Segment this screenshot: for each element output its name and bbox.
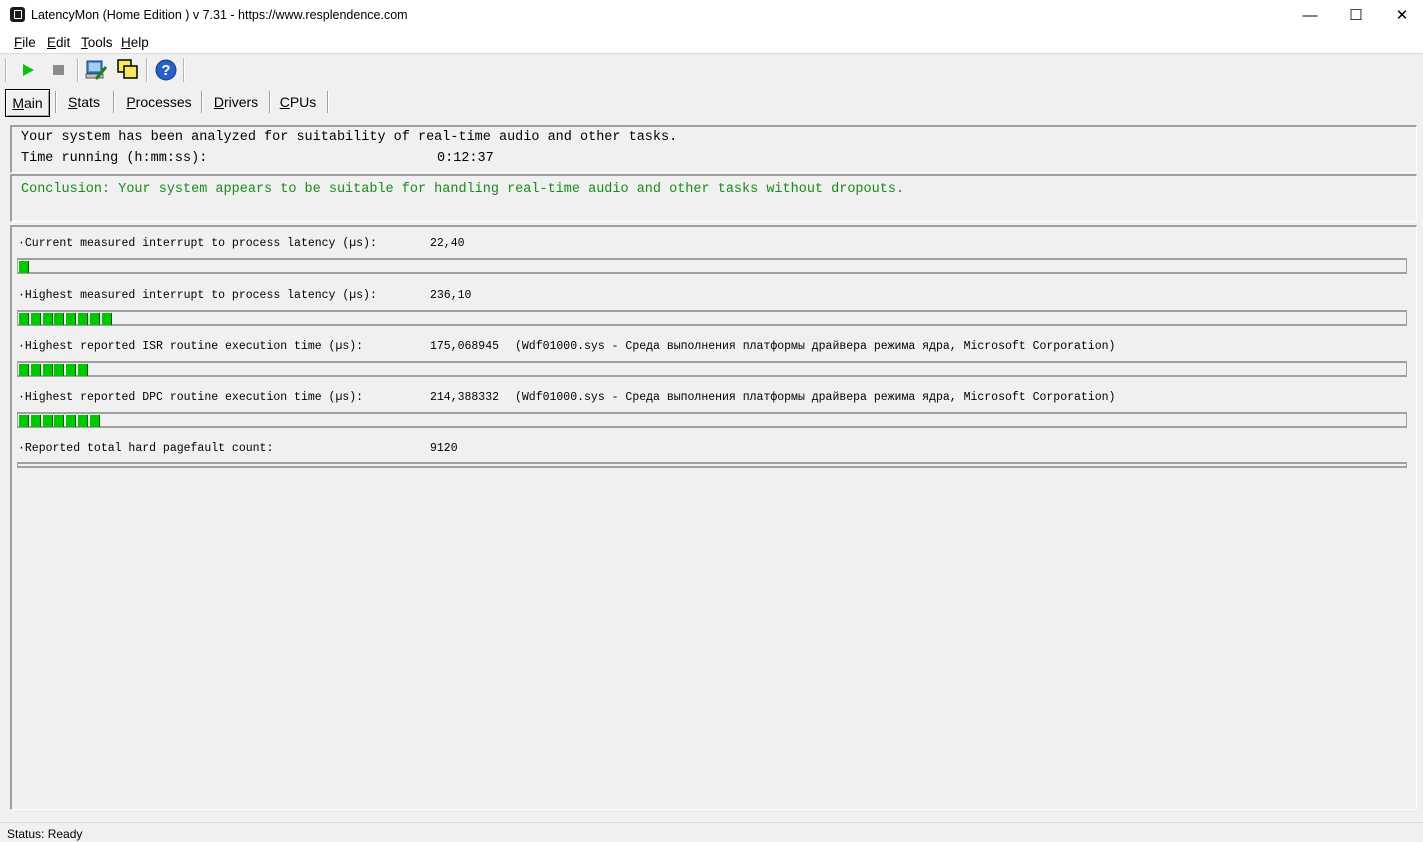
progress-segment (66, 415, 77, 427)
wizard-icon (85, 60, 108, 80)
progress-segment (30, 364, 41, 376)
toolbar-separator (5, 58, 7, 82)
metric-driver-note: (Wdf01000.sys - Среда выполнения платфор… (515, 391, 1116, 404)
progress-segment (54, 313, 65, 325)
progress-segment (89, 313, 100, 325)
tab-drivers[interactable]: Drivers (207, 89, 265, 115)
toolbar-separator (183, 58, 185, 82)
metric-bar (17, 258, 1407, 274)
time-running-label: Time running (h:mm:ss): (21, 151, 208, 166)
metric-label: ·Current measured interrupt to process l… (18, 237, 377, 250)
help-icon: ? (155, 59, 177, 81)
metric-bar (17, 361, 1407, 377)
help-button[interactable]: ? (154, 58, 178, 82)
progress-segment (42, 415, 53, 427)
metric-value: 214,388332 (430, 391, 500, 404)
tab-separator (55, 91, 57, 113)
metric-bar (17, 412, 1407, 428)
progress-segment (54, 415, 65, 427)
metric-driver-note: (Wdf01000.sys - Среда выполнения платфор… (515, 340, 1116, 353)
metric-bar (17, 462, 1407, 468)
progress-segment (42, 313, 53, 325)
summary-panel: Your system has been analyzed for suitab… (10, 125, 1417, 173)
tab-cpus[interactable]: CPUs (275, 89, 321, 115)
wizard-button[interactable] (84, 58, 108, 82)
windows-icon (117, 59, 138, 79)
metric-value: 22,40 (430, 237, 465, 250)
progress-segment (30, 313, 41, 325)
conclusion-text: Conclusion: Your system appears to be su… (21, 182, 905, 197)
metric-label: ·Highest measured interrupt to process l… (18, 289, 377, 302)
progress-segment (66, 364, 77, 376)
tab-separator (201, 91, 203, 113)
progress-segment (30, 415, 41, 427)
progress-segment (78, 364, 88, 376)
toolbar: ? (0, 54, 1423, 85)
tab-separator (269, 91, 271, 113)
toolbar-separator (146, 58, 148, 82)
progress-segment (42, 364, 53, 376)
play-icon (23, 64, 34, 76)
progress-segment (89, 415, 100, 427)
metric-label: ·Reported total hard pagefault count: (18, 442, 274, 455)
stop-button[interactable] (47, 58, 71, 82)
metrics-panel: ·Current measured interrupt to process l… (10, 225, 1417, 810)
tab-bar: Main Stats Processes Drivers CPUs (0, 86, 1423, 118)
time-running-value: 0:12:37 (437, 151, 494, 166)
start-button[interactable] (15, 58, 39, 82)
menu-edit[interactable]: Edit (47, 35, 70, 50)
tab-separator (327, 91, 329, 113)
windows-button[interactable] (116, 58, 140, 82)
progress-segment (66, 313, 77, 325)
metric-value: 9120 (430, 442, 458, 455)
status-bar: Status: Ready (0, 822, 1423, 842)
menu-help[interactable]: Help (121, 35, 149, 50)
progress-segment (19, 364, 29, 376)
svg-text:?: ? (161, 62, 170, 79)
tab-processes[interactable]: Processes (120, 89, 198, 115)
latencymon-app-icon (10, 7, 25, 22)
status-text: Status: Ready (7, 827, 83, 841)
close-button[interactable]: ✕ (1379, 0, 1423, 31)
progress-segment (19, 415, 29, 427)
metric-label: ·Highest reported ISR routine execution … (18, 340, 364, 353)
menu-tools[interactable]: Tools (81, 35, 113, 50)
title-bar[interactable]: LatencyMon (Home Edition ) v 7.31 - http… (0, 0, 1423, 31)
analysis-summary-text: Your system has been analyzed for suitab… (21, 130, 678, 145)
progress-segment (54, 364, 65, 376)
progress-segment (19, 313, 29, 325)
maximize-button[interactable]: ☐ (1333, 0, 1379, 31)
tab-main[interactable]: Main (5, 89, 50, 117)
tab-separator (113, 91, 115, 113)
progress-segment (78, 313, 88, 325)
tab-stats[interactable]: Stats (62, 89, 106, 115)
minimize-button[interactable]: — (1287, 0, 1333, 31)
metric-bar (17, 310, 1407, 326)
conclusion-panel: Conclusion: Your system appears to be su… (10, 174, 1417, 222)
menu-file[interactable]: File (14, 35, 36, 50)
metric-label: ·Highest reported DPC routine execution … (18, 391, 364, 404)
menu-bar: File Edit Tools Help (0, 31, 1423, 54)
metric-value: 175,068945 (430, 340, 500, 353)
progress-segment (101, 313, 112, 325)
progress-segment (78, 415, 88, 427)
window-title: LatencyMon (Home Edition ) v 7.31 - http… (31, 8, 408, 22)
stop-icon (53, 65, 64, 75)
metric-value: 236,10 (430, 289, 472, 302)
progress-segment (19, 261, 29, 273)
toolbar-separator (77, 58, 79, 82)
